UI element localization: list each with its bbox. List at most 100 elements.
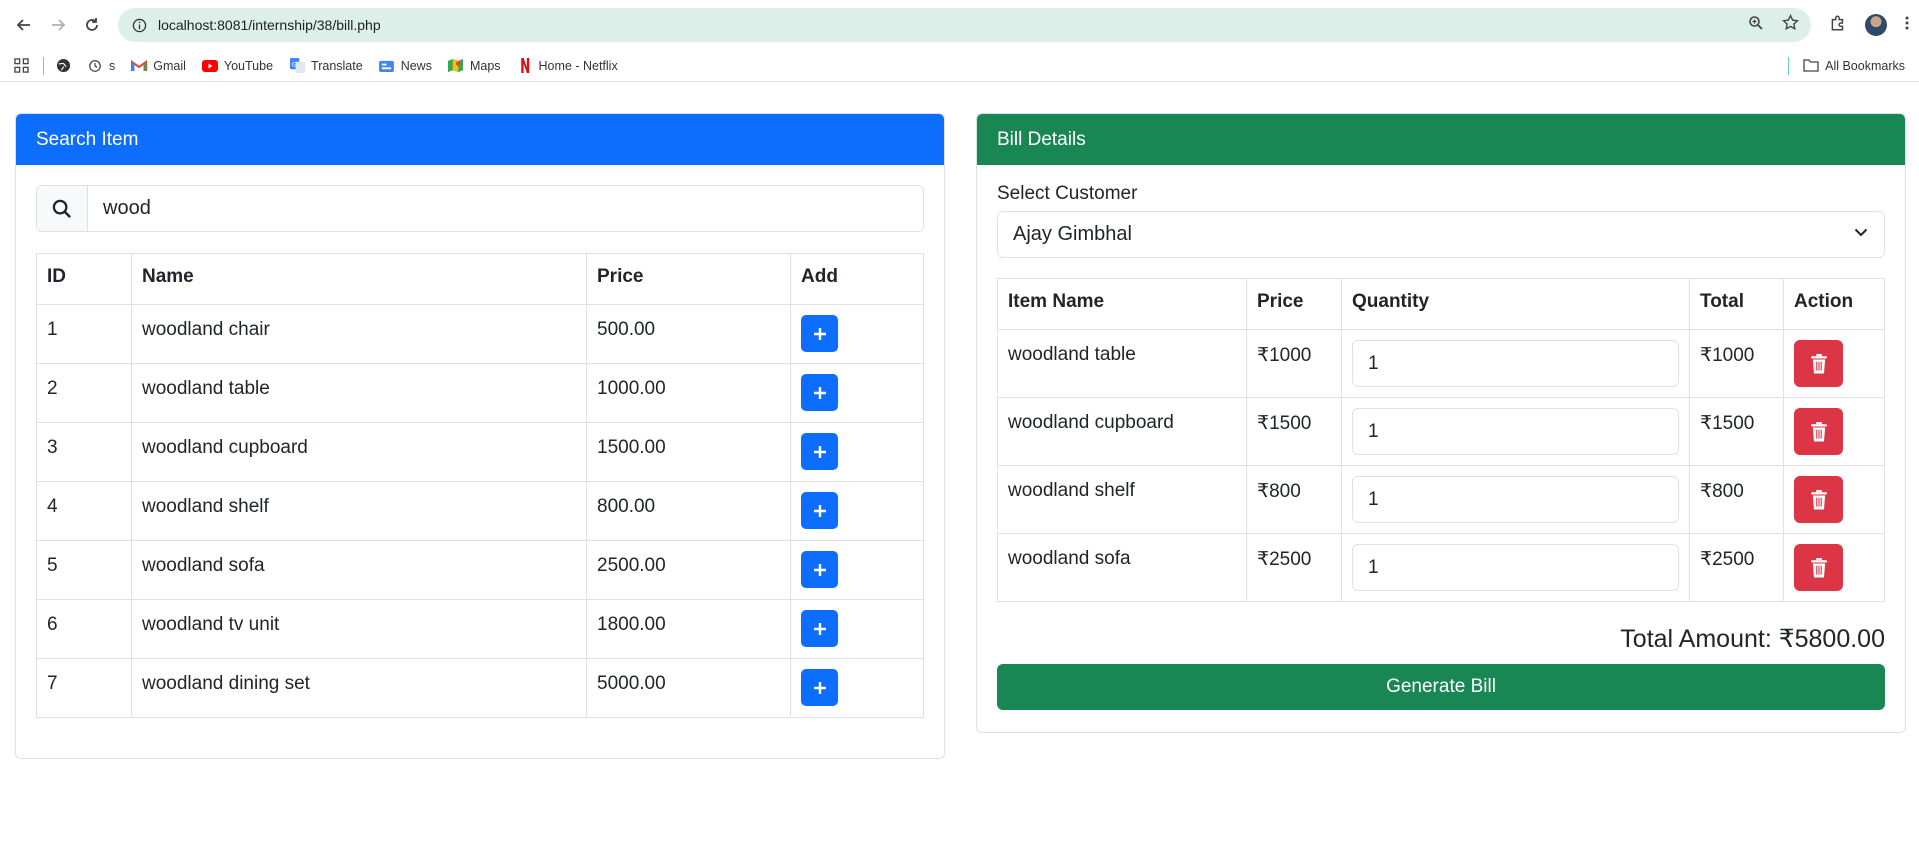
folder-icon	[1803, 58, 1819, 74]
bookmark-gmail[interactable]: Gmail	[131, 58, 186, 74]
add-item-button[interactable]	[801, 551, 838, 588]
bookmarks-separator	[43, 56, 44, 75]
plus-icon	[813, 445, 826, 458]
bookmark-maps[interactable]: Maps	[448, 58, 501, 74]
table-row: 4 woodland shelf 800.00	[36, 481, 924, 541]
reload-icon[interactable]	[78, 11, 106, 39]
bookmark-youtube[interactable]: YouTube	[201, 58, 273, 74]
add-item-button[interactable]	[801, 669, 838, 706]
table-row: woodland table₹1000₹1000	[997, 329, 1885, 398]
site-info-icon[interactable]	[130, 16, 148, 34]
bill-qty-cell	[1341, 533, 1690, 602]
add-item-button[interactable]	[801, 315, 838, 352]
menu-icon[interactable]	[1905, 15, 1909, 36]
bookmark-label: s	[109, 58, 116, 73]
item-add-cell	[790, 599, 924, 659]
bookmark-label: Translate	[311, 58, 363, 73]
item-price: 1000.00	[586, 363, 791, 423]
bookmark-netflix[interactable]: Home - Netflix	[517, 58, 618, 74]
table-row: 6 woodland tv unit 1800.00	[36, 599, 924, 659]
forward-icon[interactable]	[44, 11, 72, 39]
netflix-icon	[517, 58, 533, 74]
trash-icon	[1810, 557, 1827, 577]
bill-item-total: ₹800	[1689, 465, 1784, 534]
plus-icon	[813, 681, 826, 694]
add-item-button[interactable]	[801, 610, 838, 647]
quantity-input[interactable]	[1352, 340, 1679, 387]
address-bar[interactable]: localhost:8081/internship/38/bill.php	[118, 8, 1811, 42]
profile-avatar[interactable]	[1865, 14, 1887, 36]
item-name: woodland dining set	[131, 658, 587, 718]
trash-icon	[1810, 489, 1827, 509]
add-item-button[interactable]	[801, 492, 838, 529]
bookmark-label: Maps	[469, 58, 501, 73]
browser-toolbar: localhost:8081/internship/38/bill.php	[0, 0, 1919, 50]
table-row: woodland sofa₹2500₹2500	[997, 533, 1885, 602]
item-id: 1	[36, 304, 132, 364]
search-input[interactable]	[88, 186, 923, 231]
column-header-action: Action	[1783, 278, 1885, 330]
apps-icon[interactable]	[14, 58, 29, 73]
bookmark-s[interactable]: s	[87, 58, 115, 74]
bookmark-news[interactable]: News	[379, 58, 432, 74]
delete-item-button[interactable]	[1794, 340, 1843, 387]
bookmark-translate[interactable]: G Translate	[289, 58, 363, 74]
bill-qty-cell	[1341, 397, 1690, 466]
bill-action-cell	[1783, 465, 1885, 534]
search-card-header: Search Item	[16, 114, 944, 165]
item-add-cell	[790, 304, 924, 364]
search-icon	[37, 186, 88, 231]
plus-icon	[813, 622, 826, 635]
trash-icon	[1810, 421, 1827, 441]
customer-select[interactable]: Ajay Gimbhal	[997, 211, 1885, 258]
news-icon	[379, 58, 395, 74]
add-item-button[interactable]	[801, 433, 838, 470]
delete-item-button[interactable]	[1794, 476, 1843, 523]
customer-select-value: Ajay Gimbhal	[1013, 223, 1132, 245]
youtube-icon	[201, 58, 218, 74]
extensions-icon[interactable]	[1829, 14, 1847, 37]
item-id: 7	[36, 658, 132, 718]
trash-icon	[1810, 353, 1827, 373]
bookmarks-bar: s Gmail YouTube G Translate News Maps Ho…	[0, 50, 1919, 82]
bookmark-label: Gmail	[153, 58, 186, 73]
add-item-button[interactable]	[801, 374, 838, 411]
bill-action-cell	[1783, 397, 1885, 466]
maps-icon	[448, 58, 464, 74]
delete-item-button[interactable]	[1794, 408, 1843, 455]
delete-item-button[interactable]	[1794, 544, 1843, 591]
plus-icon	[813, 327, 826, 340]
column-header-add: Add	[790, 253, 924, 305]
column-header-price: Price	[1246, 278, 1342, 330]
history-icon	[87, 58, 103, 74]
globe-icon[interactable]	[56, 58, 71, 73]
bookmark-star-icon[interactable]	[1782, 13, 1799, 36]
item-id: 5	[36, 540, 132, 600]
bill-item-price: ₹800	[1246, 465, 1342, 534]
quantity-input[interactable]	[1352, 544, 1679, 591]
bill-item-name: woodland sofa	[997, 533, 1247, 602]
zoom-icon[interactable]	[1748, 15, 1764, 36]
bill-table-header: Item Name Price Quantity Total Action	[997, 278, 1885, 330]
all-bookmarks-label: All Bookmarks	[1825, 58, 1905, 73]
chevron-down-icon	[1853, 223, 1869, 246]
svg-text:G: G	[291, 61, 296, 68]
quantity-input[interactable]	[1352, 408, 1679, 455]
bill-qty-cell	[1341, 329, 1690, 398]
url-text[interactable]: localhost:8081/internship/38/bill.php	[158, 17, 1748, 33]
column-header-id: ID	[36, 253, 132, 305]
all-bookmarks[interactable]: All Bookmarks	[1803, 58, 1905, 74]
item-id: 6	[36, 599, 132, 659]
back-icon[interactable]	[10, 11, 38, 39]
generate-bill-button[interactable]: Generate Bill	[997, 664, 1885, 710]
translate-icon: G	[289, 58, 305, 74]
item-add-cell	[790, 481, 924, 541]
column-header-name: Name	[131, 253, 587, 305]
item-name: woodland sofa	[131, 540, 587, 600]
table-row: 3 woodland cupboard 1500.00	[36, 422, 924, 482]
bill-item-price: ₹1500	[1246, 397, 1342, 466]
item-name: woodland cupboard	[131, 422, 587, 482]
item-price: 2500.00	[586, 540, 791, 600]
quantity-input[interactable]	[1352, 476, 1679, 523]
item-name: woodland tv unit	[131, 599, 587, 659]
